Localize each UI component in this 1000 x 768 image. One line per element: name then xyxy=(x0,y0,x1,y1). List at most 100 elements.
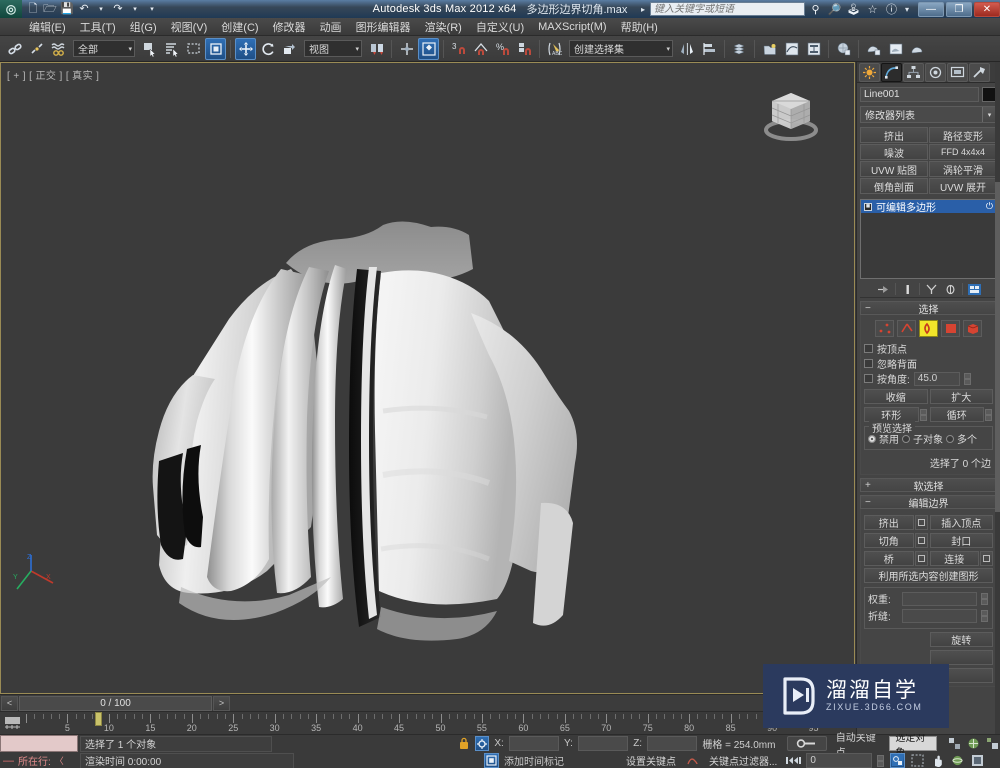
remove-modifier-icon[interactable] xyxy=(943,282,958,297)
by-vertex-row[interactable]: 按顶点 xyxy=(864,341,993,356)
create-shape-from-selection-button[interactable]: 利用所选内容创建图形 xyxy=(864,568,993,583)
angle-snap-icon[interactable] xyxy=(470,38,491,60)
selection-rollout-header[interactable]: − 选择 xyxy=(860,301,997,316)
loop-button[interactable]: 循环 xyxy=(929,407,984,422)
shirt-mesh-object[interactable] xyxy=(61,203,681,653)
zoom-region-icon[interactable] xyxy=(910,753,925,768)
menu-item-maxscript[interactable]: MAXScript(M) xyxy=(531,18,613,36)
collapse-icon[interactable]: − xyxy=(865,303,871,314)
modifier-stack-item[interactable]: ■ 可编辑多边形 ⏻ xyxy=(861,200,996,214)
edit-border-rollout-header[interactable]: − 编辑边界 xyxy=(860,495,997,510)
modify-tab[interactable] xyxy=(881,62,902,82)
modifier-button-turbosmooth[interactable]: 涡轮平滑 xyxy=(929,161,997,177)
time-tag-icon[interactable] xyxy=(484,753,499,768)
minimize-button[interactable]: — xyxy=(918,1,944,17)
current-frame-display[interactable]: 0 / 100 xyxy=(19,695,212,711)
select-and-move-icon[interactable] xyxy=(235,37,256,60)
light-bulb-icon[interactable]: ⏻ xyxy=(986,201,993,212)
modifier-button-bevel-profile[interactable]: 倒角剖面 xyxy=(860,178,928,194)
extra-button-1[interactable] xyxy=(929,650,993,665)
by-angle-field[interactable]: 45.0 xyxy=(913,371,960,386)
select-by-name-icon[interactable] xyxy=(161,38,182,60)
close-button[interactable]: ✕ xyxy=(974,1,1000,17)
cap-button[interactable]: 封口 xyxy=(929,533,993,548)
ring-spinner[interactable] xyxy=(919,407,928,422)
set-key-button[interactable]: 设置关键点 xyxy=(622,753,680,768)
timeline-ruler[interactable]: 5 10 15 20 25 30 35 40 45 50 55 60 65 70 75 80 85 90 95 xyxy=(26,712,855,734)
edge-subobject-button[interactable] xyxy=(897,320,916,337)
connect-settings-button[interactable] xyxy=(980,551,993,566)
bridge-button[interactable]: 桥 xyxy=(864,551,914,566)
x-coordinate-field[interactable] xyxy=(508,736,560,751)
scrollbar-thumb[interactable] xyxy=(995,182,1000,512)
view-cube[interactable] xyxy=(758,85,824,145)
chamfer-button[interactable]: 切角 xyxy=(864,533,914,548)
by-angle-checkbox[interactable] xyxy=(864,374,873,383)
search-input[interactable] xyxy=(650,2,805,16)
redo-icon[interactable]: ↷ xyxy=(111,2,125,16)
layer-manager-icon[interactable] xyxy=(729,38,750,60)
key-filters-button[interactable]: 关键点过滤器... xyxy=(705,753,781,768)
preview-multiple-radio[interactable] xyxy=(946,434,954,443)
auto-key-button[interactable]: 自动关键点 xyxy=(832,733,885,759)
menu-item-group[interactable]: 组(G) xyxy=(123,18,164,36)
rectangular-selection-region-icon[interactable] xyxy=(183,38,204,60)
menu-item-tools[interactable]: 工具(T) xyxy=(73,18,123,36)
y-coordinate-field[interactable] xyxy=(577,736,629,751)
motion-tab[interactable] xyxy=(925,62,946,82)
save-icon[interactable]: 💾 xyxy=(60,2,74,16)
lock-selection-icon[interactable] xyxy=(457,736,470,751)
extrude-settings-button[interactable] xyxy=(914,515,928,530)
weight-spinner[interactable] xyxy=(981,591,989,606)
time-playhead[interactable] xyxy=(95,712,102,726)
zoom-all-icon[interactable] xyxy=(966,736,980,752)
prev-frame-button[interactable]: < xyxy=(1,695,18,711)
reference-coordinate-combo[interactable]: 视图 ▾ xyxy=(304,40,362,57)
zoom-icon[interactable] xyxy=(947,736,961,752)
maxscript-prompt-line[interactable]: — 所在行: 〈 xyxy=(0,752,78,768)
redo-dropdown-icon[interactable]: ▾ xyxy=(128,2,142,16)
crease-spinner[interactable] xyxy=(981,608,989,623)
menu-item-customize[interactable]: 自定义(U) xyxy=(469,18,531,36)
search-key-icon[interactable]: 🔎 xyxy=(826,1,843,17)
undo-dropdown-icon[interactable]: ▾ xyxy=(94,2,108,16)
pin-stack-icon[interactable] xyxy=(876,282,891,297)
key-navigation-icon[interactable] xyxy=(786,753,802,768)
menu-item-animation[interactable]: 动画 xyxy=(313,18,349,36)
preview-subobject-radio[interactable] xyxy=(902,434,910,443)
ignore-backfacing-row[interactable]: 忽略背面 xyxy=(864,356,993,371)
pan-icon[interactable] xyxy=(930,753,945,768)
unlink-selection-icon[interactable] xyxy=(26,38,47,60)
select-object-icon[interactable] xyxy=(139,38,160,60)
menu-item-edit[interactable]: 编辑(E) xyxy=(22,18,73,36)
by-angle-spinner[interactable] xyxy=(963,371,972,386)
bind-to-space-warp-icon[interactable] xyxy=(48,38,69,60)
set-key-filters-icon[interactable] xyxy=(685,753,700,768)
rendered-frame-window-icon[interactable] xyxy=(885,38,906,60)
mirror-icon[interactable] xyxy=(677,38,698,60)
soft-selection-rollout-header[interactable]: + 软选择 xyxy=(860,478,997,493)
snaps-toggle-icon[interactable] xyxy=(418,37,439,60)
select-and-scale-icon[interactable] xyxy=(279,38,300,60)
maximize-button[interactable]: ❐ xyxy=(946,1,972,17)
menu-item-create[interactable]: 创建(C) xyxy=(214,18,265,36)
select-and-manipulate-icon[interactable] xyxy=(396,38,417,60)
viewport-orthographic[interactable]: [ + ] [ 正交 ] [ 真实 ] X Y Z xyxy=(0,62,855,694)
z-coordinate-field[interactable] xyxy=(647,736,698,751)
bridge-settings-button[interactable] xyxy=(914,551,928,566)
utilities-tab[interactable] xyxy=(969,62,990,82)
mini-curve-editor-icon[interactable] xyxy=(3,715,23,731)
configure-modifier-sets-icon[interactable] xyxy=(967,282,982,297)
open-icon[interactable]: 🗁 xyxy=(43,2,57,16)
modifier-button-extrude[interactable]: 挤出 xyxy=(860,127,928,143)
spinner-snap-icon[interactable] xyxy=(514,38,535,60)
make-unique-icon[interactable] xyxy=(924,282,939,297)
edit-named-selection-sets-icon[interactable]: ABC xyxy=(544,38,565,60)
help-icon[interactable]: ⓘ xyxy=(883,1,900,17)
align-icon[interactable] xyxy=(699,38,720,60)
weight-field[interactable] xyxy=(902,591,977,606)
undo-icon[interactable]: ↶ xyxy=(77,2,91,16)
loop-spinner[interactable] xyxy=(985,407,993,422)
snap-3d-icon[interactable]: 3 xyxy=(448,38,469,60)
selected-object-filter[interactable]: 选定对象 xyxy=(889,733,938,759)
